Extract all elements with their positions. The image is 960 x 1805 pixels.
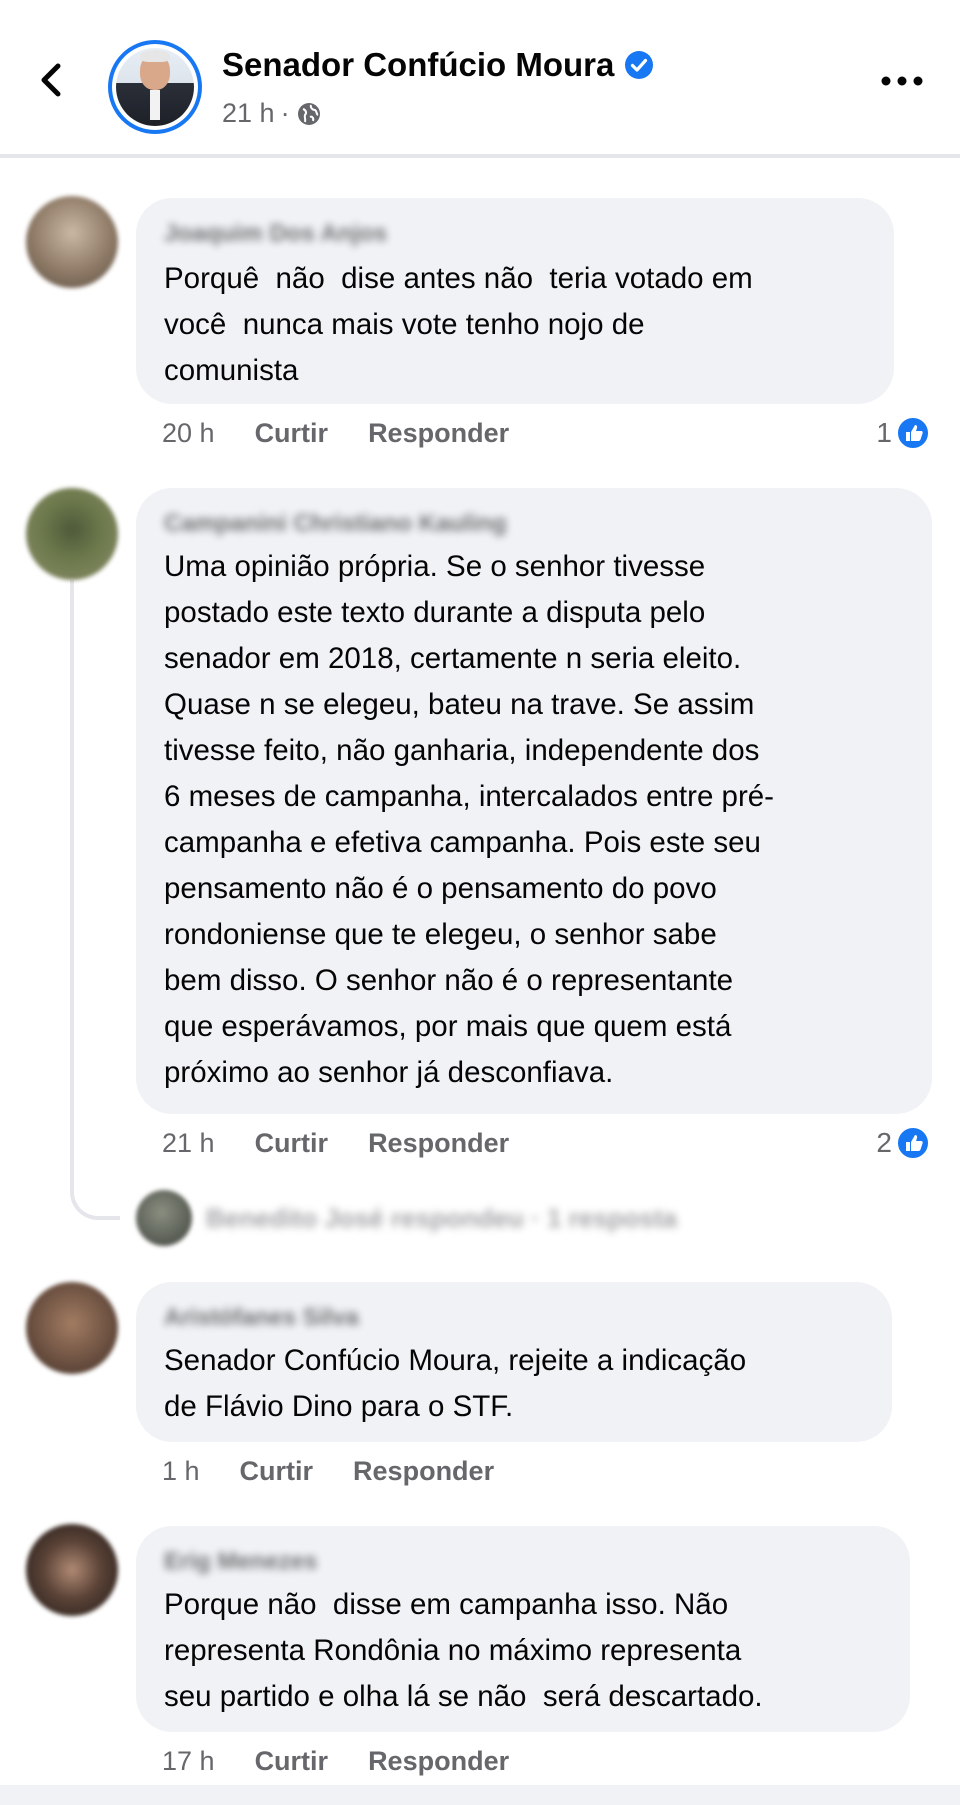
commenter-avatar[interactable] (26, 1282, 118, 1374)
like-button[interactable]: Curtir (255, 1746, 329, 1777)
comment-time[interactable]: 1 h (162, 1456, 200, 1487)
view-replies-link[interactable]: Benedito José respondeu · 1 resposta (136, 1190, 677, 1246)
comment-author[interactable]: Joaquim Dos Anjos (164, 220, 387, 248)
reaction-count: 2 (876, 1127, 892, 1158)
comment-bubble: Aristófanes Silva Senador Confúcio Moura… (136, 1282, 892, 1442)
globe-icon (297, 102, 320, 125)
page-avatar[interactable] (108, 40, 202, 134)
comment-author[interactable]: Aristófanes Silva (164, 1304, 359, 1332)
meta-separator: · (280, 98, 290, 128)
comment-time[interactable]: 20 h (162, 418, 215, 449)
reaction-summary[interactable]: 2 (876, 1126, 930, 1160)
thread-connector (70, 580, 120, 1220)
comment-author[interactable]: Campanini Christiano Kauling (164, 510, 507, 538)
bottom-divider (0, 1785, 960, 1805)
commenter-avatar[interactable] (26, 196, 118, 288)
like-button[interactable]: Curtir (255, 1128, 329, 1159)
comment-text: Senador Confúcio Moura, rejeite a indica… (164, 1344, 747, 1423)
like-reaction-icon (896, 416, 930, 450)
page-name-row: Senador Confúcio Moura (222, 46, 654, 84)
comment-text: Porquê não dise antes não teria votado e… (164, 262, 753, 387)
page-name[interactable]: Senador Confúcio Moura (222, 46, 614, 84)
verified-badge-icon (625, 51, 654, 79)
like-button[interactable]: Curtir (240, 1456, 314, 1487)
reply-button[interactable]: Responder (353, 1456, 494, 1487)
back-arrow-icon (41, 63, 61, 97)
reply-button[interactable]: Responder (368, 1128, 509, 1159)
replier-avatar (136, 1190, 192, 1246)
comment-text: Uma opinião própria. Se o senhor tivesse… (164, 550, 775, 1089)
comment-bubble: Erig Menezes Porque não disse em campanh… (136, 1526, 910, 1732)
comment-bubble: Joaquim Dos Anjos Porquê não dise antes … (136, 198, 894, 404)
more-options-icon (881, 76, 923, 86)
reaction-count: 1 (876, 417, 892, 448)
like-reaction-icon (896, 1126, 930, 1160)
reply-button[interactable]: Responder (368, 418, 509, 449)
reply-button[interactable]: Responder (368, 1746, 509, 1777)
comments-screen: Senador Confúcio Moura 21 h · Joaquim Do… (0, 0, 960, 1805)
post-header: Senador Confúcio Moura 21 h · (0, 0, 960, 156)
post-meta: 21 h · (222, 98, 322, 129)
reaction-summary[interactable]: 1 (876, 416, 930, 450)
comment-actions: 17 h Curtir Responder (162, 1746, 509, 1777)
more-options-button[interactable] (878, 66, 926, 96)
comment-author[interactable]: Erig Menezes (164, 1548, 317, 1576)
like-button[interactable]: Curtir (255, 418, 329, 449)
commenter-avatar[interactable] (26, 488, 118, 580)
replies-summary: Benedito José respondeu · 1 resposta (206, 1202, 678, 1233)
comment-bubble: Campanini Christiano Kauling Uma opinião… (136, 488, 932, 1114)
post-time[interactable]: 21 h (222, 98, 275, 129)
comment-actions: 21 h Curtir Responder (162, 1128, 509, 1159)
header-divider (0, 154, 960, 158)
back-button[interactable] (30, 58, 74, 102)
comment-actions: 1 h Curtir Responder (162, 1456, 494, 1487)
comment-time[interactable]: 21 h (162, 1128, 215, 1159)
commenter-avatar[interactable] (26, 1524, 118, 1616)
comment-time[interactable]: 17 h (162, 1746, 215, 1777)
comment-actions: 20 h Curtir Responder (162, 418, 509, 449)
comment-text: Porque não disse em campanha isso. Não r… (164, 1588, 763, 1713)
